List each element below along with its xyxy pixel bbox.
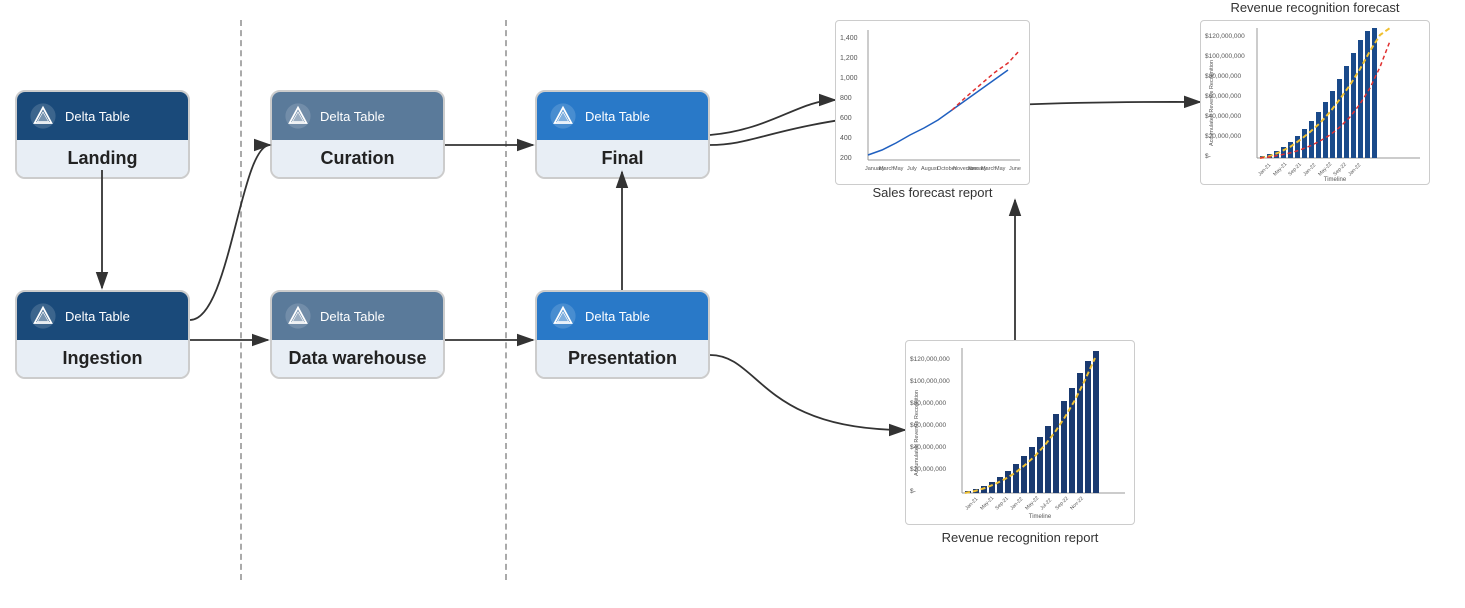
delta-icon-dw xyxy=(284,302,312,330)
node-presentation: Delta Table Presentation xyxy=(535,290,710,379)
delta-icon-presentation xyxy=(549,302,577,330)
svg-text:Timeline: Timeline xyxy=(1324,177,1347,183)
delta-icon-final xyxy=(549,102,577,130)
caption-revenue-report: Revenue recognition report xyxy=(905,530,1135,545)
svg-text:May-21: May-21 xyxy=(1272,161,1288,177)
svg-text:May-22: May-22 xyxy=(1024,495,1040,511)
revenue-forecast-svg: $- $20,000,000 $40,000,000 $60,000,000 $… xyxy=(1205,23,1425,183)
svg-text:May: May xyxy=(893,166,904,172)
svg-text:Jan-22: Jan-22 xyxy=(1302,162,1317,177)
node-curation-header-text: Delta Table xyxy=(320,109,385,124)
chart-revenue-forecast: $- $20,000,000 $40,000,000 $60,000,000 $… xyxy=(1200,20,1430,185)
node-landing-header: Delta Table xyxy=(17,92,188,140)
svg-text:Sep-21: Sep-21 xyxy=(1287,162,1303,178)
svg-text:1,400: 1,400 xyxy=(840,35,858,42)
node-landing-label: Landing xyxy=(17,140,188,177)
svg-text:800: 800 xyxy=(840,95,852,102)
svg-text:Accumulated Revenue Recognitio: Accumulated Revenue Recognition xyxy=(914,390,920,476)
node-curation-label: Curation xyxy=(272,140,443,177)
chart-sales-forecast: 200 400 600 800 1,000 1,200 1,400 Januar… xyxy=(835,20,1030,185)
svg-text:$-: $- xyxy=(910,488,916,495)
node-final-label: Final xyxy=(537,140,708,177)
node-ingestion-label: Ingestion xyxy=(17,340,188,377)
node-datawarehouse: Delta Table Data warehouse xyxy=(270,290,445,379)
svg-text:Jul-22: Jul-22 xyxy=(1039,497,1053,511)
svg-text:July: July xyxy=(907,166,917,172)
svg-text:$120,000,000: $120,000,000 xyxy=(910,356,950,363)
delta-icon xyxy=(29,102,57,130)
svg-text:May-22: May-22 xyxy=(1317,161,1333,177)
sales-forecast-svg: 200 400 600 800 1,000 1,200 1,400 Januar… xyxy=(840,25,1025,185)
node-datawarehouse-header: Delta Table xyxy=(272,292,443,340)
svg-text:Sep-22: Sep-22 xyxy=(1054,496,1070,512)
delta-icon-curation xyxy=(284,102,312,130)
svg-text:March: March xyxy=(879,166,894,172)
node-ingestion: Delta Table Ingestion xyxy=(15,290,190,379)
svg-text:$-: $- xyxy=(1205,153,1211,160)
node-curation-header: Delta Table xyxy=(272,92,443,140)
svg-text:Jan-21: Jan-21 xyxy=(1257,162,1272,177)
svg-text:Sep-21: Sep-21 xyxy=(994,496,1010,512)
separator-line-2 xyxy=(505,20,507,580)
svg-text:600: 600 xyxy=(840,115,852,122)
node-landing-header-text: Delta Table xyxy=(65,109,130,124)
separator-line-1 xyxy=(240,20,242,580)
svg-text:Jan-22: Jan-22 xyxy=(1009,496,1024,511)
node-final-header-text: Delta Table xyxy=(585,109,650,124)
node-presentation-header-text: Delta Table xyxy=(585,309,650,324)
svg-text:Jan-22: Jan-22 xyxy=(1347,162,1362,177)
svg-text:1,200: 1,200 xyxy=(840,55,858,62)
svg-text:Nov-22: Nov-22 xyxy=(1069,496,1085,512)
revenue-report-svg: $- $20,000,000 $40,000,000 $60,000,000 $… xyxy=(910,343,1130,523)
svg-text:1,000: 1,000 xyxy=(840,75,858,82)
node-datawarehouse-label: Data warehouse xyxy=(272,340,443,377)
delta-icon-ingestion xyxy=(29,302,57,330)
caption-sales-forecast: Sales forecast report xyxy=(835,185,1030,200)
svg-text:$120,000,000: $120,000,000 xyxy=(1205,33,1245,40)
node-presentation-header: Delta Table xyxy=(537,292,708,340)
svg-text:August: August xyxy=(921,166,939,172)
svg-text:Jan-21: Jan-21 xyxy=(964,496,979,511)
node-ingestion-header-text: Delta Table xyxy=(65,309,130,324)
node-ingestion-header: Delta Table xyxy=(17,292,188,340)
svg-text:June: June xyxy=(1009,166,1021,172)
node-curation: Delta Table Curation xyxy=(270,90,445,179)
svg-text:March: March xyxy=(981,166,996,172)
svg-text:$100,000,000: $100,000,000 xyxy=(1205,53,1245,60)
svg-text:Timeline: Timeline xyxy=(1029,514,1052,520)
node-final-header: Delta Table xyxy=(537,92,708,140)
node-landing: Delta Table Landing xyxy=(15,90,190,179)
diagram-area: Delta Table Landing Delta Table Ingestio… xyxy=(0,0,1465,608)
svg-text:400: 400 xyxy=(840,135,852,142)
node-datawarehouse-header-text: Delta Table xyxy=(320,309,385,324)
svg-text:May: May xyxy=(995,166,1006,172)
node-final: Delta Table Final xyxy=(535,90,710,179)
svg-text:$100,000,000: $100,000,000 xyxy=(910,378,950,385)
svg-text:200: 200 xyxy=(840,155,852,162)
svg-text:May-21: May-21 xyxy=(979,495,995,511)
svg-text:Accumulated Revenue Recognitio: Accumulated Revenue Recognition xyxy=(1209,60,1215,146)
node-presentation-label: Presentation xyxy=(537,340,708,377)
caption-revenue-forecast-top: Revenue recognition forecast xyxy=(1200,0,1430,15)
chart-revenue-report: $- $20,000,000 $40,000,000 $60,000,000 $… xyxy=(905,340,1135,525)
svg-text:Sep-22: Sep-22 xyxy=(1332,162,1348,178)
